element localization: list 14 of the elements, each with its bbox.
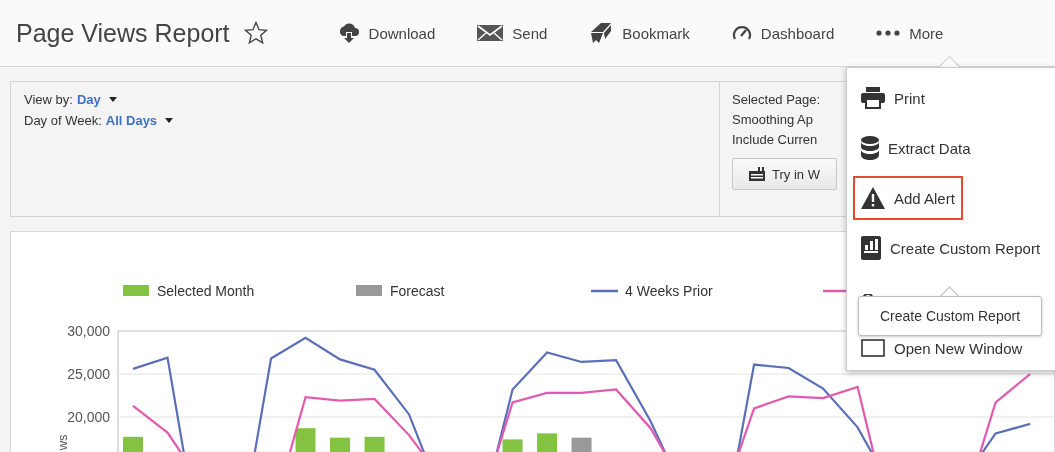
axis-tick-label: 30,000 — [67, 323, 110, 339]
filter-label: Day of Week: — [24, 113, 102, 128]
axis-tick-label: 25,000 — [67, 366, 110, 382]
tooltip: Create Custom Report — [858, 296, 1042, 336]
legend-label: Selected Month — [157, 283, 255, 299]
legend-label: Forecast — [390, 283, 445, 299]
legend-label: 4 Weeks Prior — [625, 283, 713, 299]
axis-tick-label: 20,000 — [67, 409, 110, 426]
setting-text: Selected Page: — [732, 92, 821, 107]
page-title: Page Views Report — [16, 18, 230, 48]
axis-title: ws — [55, 434, 70, 451]
setting-text: Include Curren — [732, 132, 818, 147]
filter-label: View by: — [24, 92, 73, 107]
setting-text: Smoothing Ap — [732, 112, 813, 127]
